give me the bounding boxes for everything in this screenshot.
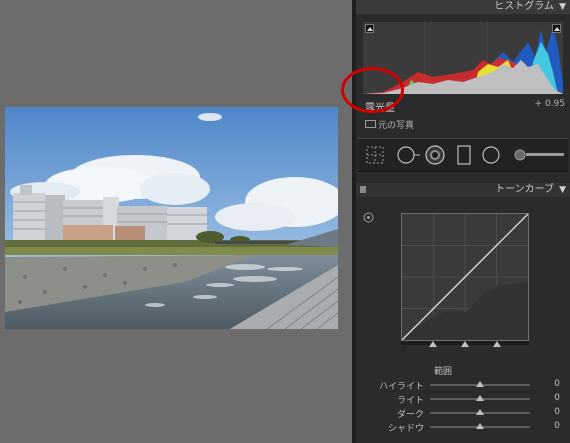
slider-label: ハイライト xyxy=(379,382,424,392)
annotation-circle xyxy=(341,67,404,113)
slider-thumb[interactable] xyxy=(476,381,484,387)
histogram-header[interactable]: ヒストグラム ▼ xyxy=(356,0,570,14)
slider-lights[interactable]: ライト 0 xyxy=(356,392,570,406)
slider-label: ダーク xyxy=(396,410,424,420)
adjustment-brush-icon[interactable] xyxy=(512,147,566,163)
target-adjustment-icon[interactable] xyxy=(363,212,374,223)
tool-strip xyxy=(358,138,568,172)
highlight-clipping-icon[interactable] xyxy=(552,24,561,33)
photo-preview[interactable] xyxy=(5,107,338,329)
slider-value: 0 xyxy=(554,379,560,389)
spot-removal-icon[interactable] xyxy=(395,144,421,166)
slider-label: シャドウ xyxy=(387,424,424,434)
crop-overlay-icon[interactable] xyxy=(365,145,385,165)
split-point-shadows[interactable] xyxy=(429,341,437,347)
range-label: 範囲 xyxy=(434,367,453,377)
slider-thumb[interactable] xyxy=(476,409,484,415)
slider-value: 0 xyxy=(554,421,560,431)
tone-curve-title: トーンカーブ xyxy=(495,184,554,195)
radial-filter-icon[interactable] xyxy=(480,144,502,166)
original-photo-label: 元の写真 xyxy=(378,121,415,131)
panel-switch-icon[interactable] xyxy=(360,186,366,193)
slider-label: ライト xyxy=(396,396,424,406)
slider-darks[interactable]: ダーク 0 xyxy=(356,406,570,420)
split-point-mid[interactable] xyxy=(461,341,469,347)
shadow-clipping-icon[interactable] xyxy=(365,24,374,33)
exposure-value: + 0.95 xyxy=(534,99,565,109)
triangle-down-icon[interactable]: ▼ xyxy=(559,0,566,14)
tone-split-bar xyxy=(401,341,529,347)
slider-highlights[interactable]: ハイライト 0 xyxy=(356,378,570,392)
slider-shadows[interactable]: シャドウ 0 xyxy=(356,420,570,434)
slider-thumb[interactable] xyxy=(476,395,484,401)
tone-curve-header[interactable]: トーンカーブ ▼ xyxy=(356,183,570,197)
original-photo-checkbox[interactable] xyxy=(365,120,376,128)
slider-value: 0 xyxy=(554,393,560,403)
slider-value: 0 xyxy=(554,407,560,417)
slider-thumb[interactable] xyxy=(476,423,484,429)
graduated-filter-icon[interactable] xyxy=(456,144,472,166)
red-eye-icon[interactable] xyxy=(424,144,446,166)
photo-canvas xyxy=(0,0,352,443)
develop-right-panel: ヒストグラム ▼ 露光量 + 0.95 元の写真 トーンカーブ ▼ 範囲 ハイラ… xyxy=(356,0,570,443)
histogram-title: ヒストグラム xyxy=(494,1,554,12)
tone-curve-graph[interactable] xyxy=(401,213,529,341)
split-point-highlights[interactable] xyxy=(493,341,501,347)
triangle-down-icon[interactable]: ▼ xyxy=(559,183,566,197)
